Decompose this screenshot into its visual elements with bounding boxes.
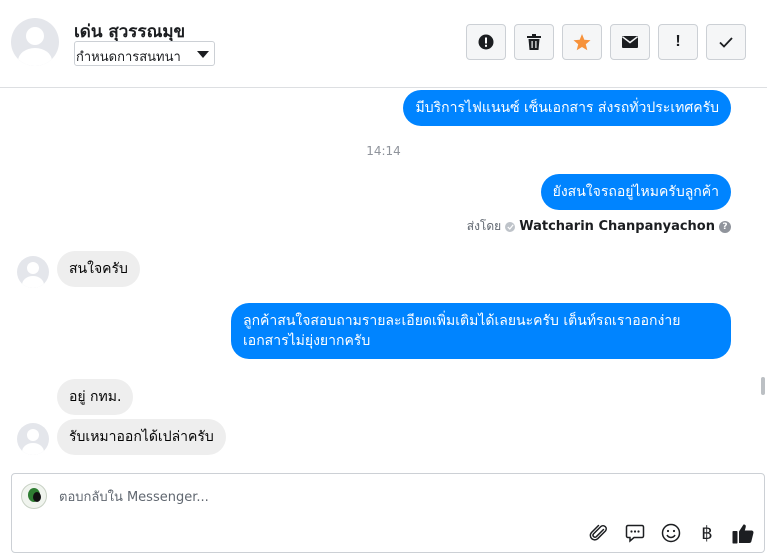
spam-icon [478, 34, 494, 50]
incoming-message[interactable]: รับเหมาออกได้เปล่าครับ [57, 419, 226, 455]
paperclip-icon [589, 524, 607, 541]
mark-unread-button[interactable] [610, 24, 650, 60]
thumbs-up-icon [732, 523, 754, 543]
emoji-button[interactable] [659, 521, 683, 545]
sender-name[interactable]: Watcharin Chanpanyachon [519, 219, 715, 234]
incoming-message[interactable]: อยู่ กทม. [57, 379, 134, 415]
outgoing-message[interactable]: ลูกค้าสนใจสอบถามรายละเอียดเพิ่มเติมได้เล… [231, 303, 731, 359]
sent-by-info: ส่งโดย Watcharin Chanpanyachon ? [467, 217, 731, 236]
caret-down-icon [197, 51, 209, 58]
reply-composer: ฿ [11, 473, 765, 553]
delete-button[interactable] [514, 24, 554, 60]
conversation-header: เด่น สุวรรณมุข กำหนดการสนทนา ! [0, 0, 767, 88]
baht-icon: ฿ [701, 522, 713, 544]
contact-avatar[interactable] [11, 18, 59, 66]
payment-button[interactable]: ฿ [695, 521, 719, 545]
message-thread[interactable]: มีบริการไฟแนนซ์ เซ็นเอกสาร ส่งรถทั่วประเ… [0, 89, 767, 460]
incoming-message[interactable]: สนใจครับ [57, 251, 140, 287]
attach-button[interactable] [587, 521, 611, 545]
star-button[interactable] [562, 24, 602, 60]
outgoing-message[interactable]: ยังสนใจรถอยู่ไหมครับลูกค้า [540, 174, 731, 210]
check-icon [719, 36, 733, 48]
emoji-icon [661, 523, 681, 543]
sender-badge-icon [505, 221, 516, 232]
like-button[interactable] [731, 521, 755, 545]
exclamation-icon: ! [675, 33, 681, 50]
star-icon [573, 33, 591, 50]
mark-spam-button[interactable] [466, 24, 506, 60]
contact-avatar-small[interactable] [17, 423, 49, 455]
message-timestamp: 14:14 [366, 144, 401, 158]
trash-icon [527, 34, 541, 50]
scrollbar-thumb[interactable] [761, 377, 765, 395]
help-icon[interactable]: ? [719, 220, 731, 233]
thread-scrollbar[interactable] [759, 89, 767, 460]
outgoing-message[interactable]: มีบริการไฟแนนซ์ เซ็นเอกสาร ส่งรถทั่วประเ… [403, 90, 731, 126]
follow-up-button[interactable]: ! [658, 24, 698, 60]
saved-replies-button[interactable] [623, 521, 647, 545]
reply-input[interactable] [59, 487, 659, 507]
saved-reply-icon [625, 524, 645, 543]
conversation-status-select[interactable]: กำหนดการสนทนา [74, 41, 215, 66]
envelope-icon [622, 36, 638, 48]
sent-by-label: ส่งโดย [466, 219, 502, 233]
contact-avatar-small[interactable] [17, 256, 49, 288]
mark-done-button[interactable] [706, 24, 746, 60]
status-select-label: กำหนดการสนทนา [76, 50, 181, 65]
page-logo-avatar [21, 483, 47, 509]
